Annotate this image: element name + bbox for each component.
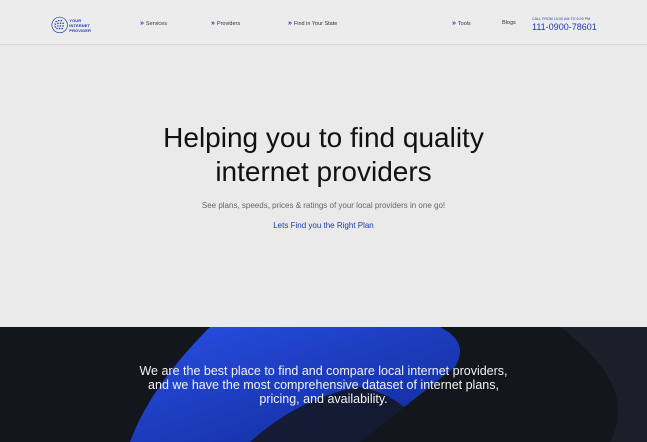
call-hours-label: CALL FROM 10:00 AM TO 6:00 PM: [532, 17, 591, 21]
chevron-right-icon: »: [452, 20, 456, 27]
banner-text: We are the best place to find and compar…: [139, 364, 508, 406]
nav-providers[interactable]: » Providers: [211, 20, 240, 27]
site-header: YOUR INTERNET PROVIDER » Services » Prov…: [0, 0, 647, 45]
chevron-right-icon: »: [140, 20, 144, 27]
logo[interactable]: YOUR INTERNET PROVIDER: [51, 13, 91, 37]
call-info[interactable]: CALL FROM 10:00 AM TO 6:00 PM 111-0900-7…: [532, 17, 597, 32]
globe-logo-icon: [51, 16, 68, 34]
nav-services[interactable]: » Services: [140, 20, 167, 27]
find-plan-link[interactable]: Lets Find you the Right Plan: [0, 221, 647, 230]
hero-subtitle: See plans, speeds, prices & ratings of y…: [201, 201, 446, 210]
nav-blogs[interactable]: Blogs: [502, 20, 516, 26]
nav-find-in-your-state[interactable]: » Find in Your State: [288, 20, 337, 27]
logo-wordmark: YOUR INTERNET PROVIDER: [69, 17, 91, 33]
chevron-right-icon: »: [211, 20, 215, 27]
nav-tools[interactable]: » Tools: [452, 20, 471, 27]
about-banner: We are the best place to find and compar…: [0, 327, 647, 442]
chevron-right-icon: »: [288, 20, 292, 27]
hero-section: Helping you to find quality internet pro…: [0, 45, 647, 327]
hero-title: Helping you to find quality internet pro…: [163, 122, 484, 187]
phone-number[interactable]: 111-0900-78601: [532, 22, 597, 32]
